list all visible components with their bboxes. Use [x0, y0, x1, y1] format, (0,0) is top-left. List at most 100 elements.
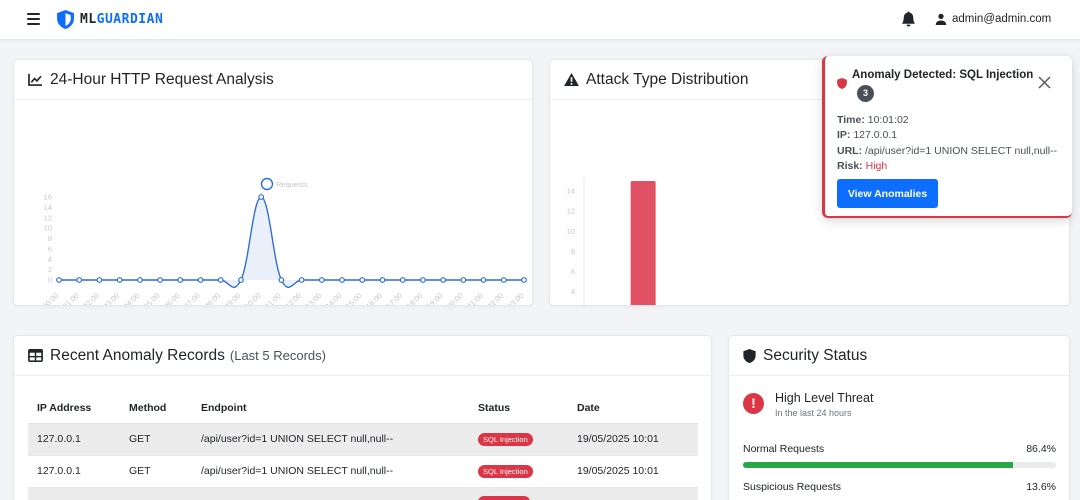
endpoint-cell: /api/user?id=1 UNION SELECT null,null-- — [192, 455, 469, 488]
data-point — [521, 277, 527, 283]
menu-toggle-icon[interactable] — [27, 13, 40, 25]
x-tick-label: 00:00 — [41, 291, 61, 306]
table-row[interactable]: 127.0.0.1 GET /api/user?id=1 UNION SELEC… — [28, 423, 698, 456]
suspicious-requests-row: Suspicious Requests 13.6% — [743, 481, 1056, 493]
data-point — [359, 277, 366, 283]
y-tick-label: 12 — [567, 207, 575, 216]
brand-logo[interactable]: MLGUARDIAN — [57, 9, 163, 29]
y-tick-label: 4 — [571, 287, 575, 296]
top-navbar: MLGUARDIAN admin@admin.com — [0, 0, 1080, 40]
x-tick-label: 22:00 — [486, 291, 506, 306]
card-title: Attack Type Distribution — [586, 70, 749, 88]
security-status-card: Security Status ! High Level Threat In t… — [728, 335, 1070, 500]
toast-title: Anomaly Detected: SQL Injection — [852, 69, 1034, 81]
column-header[interactable]: Status — [469, 393, 568, 424]
column-header[interactable]: Method — [120, 393, 192, 424]
data-point — [420, 277, 426, 283]
x-tick-label: 23:00 — [506, 291, 526, 306]
card-header: Recent Anomaly Records (Last 5 Records) — [14, 336, 711, 376]
toast-ip: IP: 127.0.0.1 — [837, 129, 898, 141]
date-cell — [568, 487, 698, 500]
method-cell — [120, 487, 192, 500]
column-header[interactable]: Endpoint — [192, 393, 469, 424]
http-analysis-card: 24-Hour HTTP Request Analysis 0 2 4 6 8 10 12 1… — [13, 59, 533, 306]
x-tick-label: 11:00 — [264, 291, 283, 306]
toast-time: Time: 10:01:02 — [837, 114, 909, 126]
ip-cell — [28, 487, 120, 500]
data-point — [56, 277, 62, 283]
data-point — [480, 277, 487, 283]
anomaly-count-badge: 3 — [857, 85, 874, 102]
data-point — [440, 277, 447, 283]
x-tick-label: 10:00 — [243, 291, 263, 306]
card-title: Recent Anomaly Records — [50, 346, 225, 364]
x-tick-label: 17:00 — [384, 291, 404, 306]
x-tick-label: 13:00 — [304, 291, 324, 306]
toast-risk: Risk: High — [837, 160, 888, 172]
normal-requests-progress — [743, 462, 1056, 468]
y-tick-label: 16 — [44, 193, 52, 202]
x-tick-label: 01:00 — [61, 291, 81, 306]
data-point — [278, 277, 285, 283]
shield-alert-icon — [837, 78, 847, 89]
y-tick-label: 10 — [44, 224, 52, 233]
x-tick-label: 21:00 — [465, 291, 485, 306]
column-header[interactable]: IP Address — [28, 393, 120, 424]
normal-requests-label: Normal Requests — [743, 443, 825, 455]
x-tick-label: 18:00 — [405, 291, 425, 306]
data-point — [399, 277, 406, 283]
x-tick-label: 12:00 — [283, 291, 303, 306]
y-tick-label: 8 — [48, 234, 52, 243]
brand-name: MLGUARDIAN — [80, 11, 164, 27]
table-row[interactable] — [28, 487, 698, 500]
table-header-row: IP Address Method Endpoint Status Date — [28, 393, 698, 424]
notification-bell-icon[interactable] — [901, 11, 916, 27]
user-email: admin@admin.com — [952, 13, 1052, 25]
toast-url: URL: /api/user?id=1 UNION SELECT null,nu… — [837, 145, 1058, 157]
data-point — [116, 277, 123, 283]
data-point — [460, 277, 467, 283]
x-tick-label: 15:00 — [344, 291, 364, 306]
data-point — [500, 277, 507, 283]
threat-subtitle: In the last 24 hours — [775, 408, 852, 418]
warning-icon — [564, 73, 579, 86]
card-subtitle: (Last 5 Records) — [229, 348, 326, 363]
threat-level: ! High Level Threat In the last 24 hours — [743, 391, 873, 418]
ip-cell: 127.0.0.1 — [28, 455, 120, 488]
shield-logo-icon — [57, 9, 74, 29]
date-cell: 19/05/2025 10:01 — [568, 423, 698, 456]
status-cell: SQL Injection — [469, 423, 568, 456]
y-tick-label: 10 — [567, 227, 575, 236]
column-header[interactable]: Date — [568, 393, 698, 424]
normal-requests-row: Normal Requests 86.4% — [743, 443, 1056, 455]
status-badge: SQL Injection — [478, 432, 533, 446]
card-header: Security Status — [729, 336, 1069, 376]
user-menu[interactable]: admin@admin.com — [935, 11, 1051, 27]
data-point — [298, 277, 305, 283]
data-point — [76, 277, 83, 283]
normal-requests-value: 86.4% — [1026, 443, 1056, 455]
card-header: 24-Hour HTTP Request Analysis — [14, 60, 532, 100]
status-cell — [469, 487, 568, 500]
anomaly-table: IP Address Method Endpoint Status Date 1… — [28, 393, 698, 500]
data-point — [96, 277, 103, 283]
series-area — [59, 197, 524, 288]
close-icon[interactable] — [1038, 76, 1051, 89]
data-point — [197, 277, 204, 283]
legend-label: Requests — [276, 180, 308, 189]
y-tick-label: 2 — [48, 265, 52, 274]
table-row[interactable]: 127.0.0.1 GET /api/user?id=1 UNION SELEC… — [28, 455, 698, 488]
status-badge — [478, 495, 530, 500]
threat-title: High Level Threat — [775, 391, 874, 405]
y-tick-label: 6 — [571, 267, 575, 276]
alert-icon: ! — [743, 393, 764, 414]
data-point — [258, 194, 265, 200]
y-tick-label: 6 — [48, 244, 52, 253]
method-cell: GET — [120, 423, 192, 456]
view-anomalies-button[interactable]: View Anomalies — [837, 179, 938, 208]
card-title: Security Status — [763, 346, 868, 364]
y-tick-label: 8 — [571, 247, 575, 256]
suspicious-requests-label: Suspicious Requests — [743, 481, 842, 493]
line-chart-icon — [28, 73, 42, 86]
x-tick-label: 04:00 — [122, 291, 142, 306]
